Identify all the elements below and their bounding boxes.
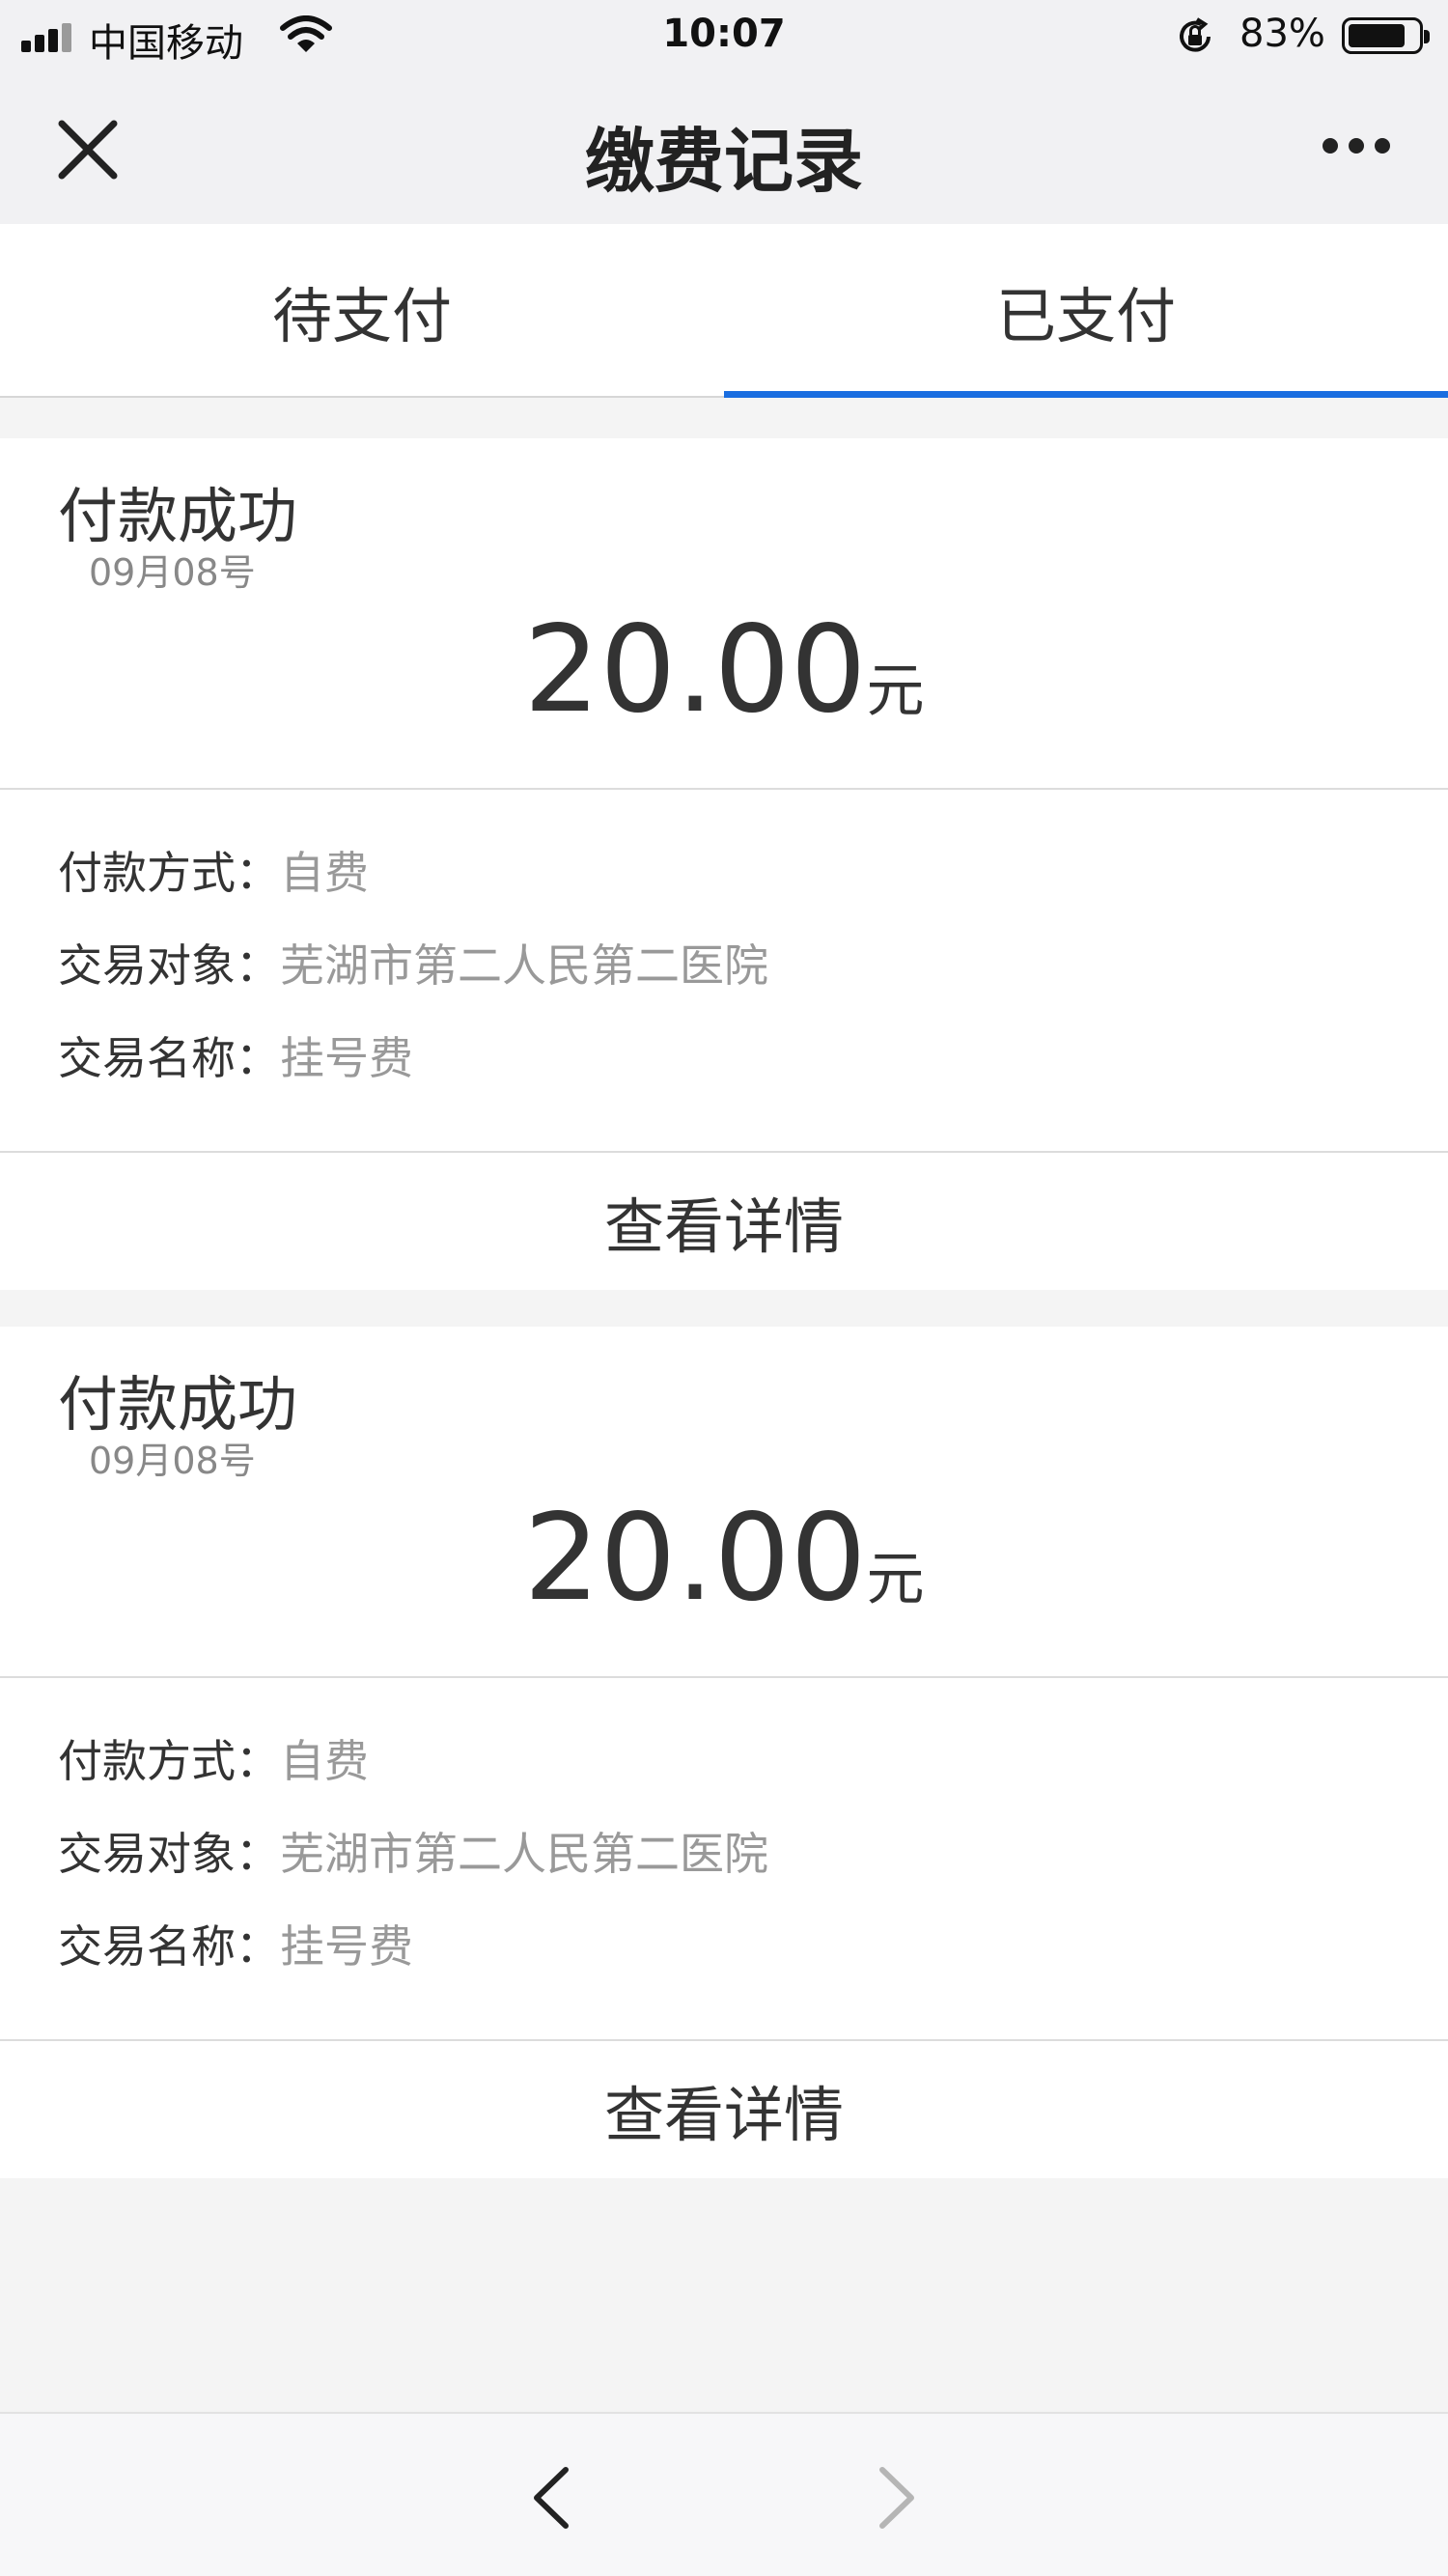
payment-record-card: 付款成功 09月08号 20.00元 付款方式：自费 交易对象：芜湖市第二人民第… [0,1327,1448,2178]
payment-amount: 20.00元 [0,601,1448,740]
payment-amount: 20.00元 [0,1489,1448,1628]
divider [0,788,1448,790]
amount-value: 20.00 [523,1489,867,1628]
amount-value: 20.00 [523,601,867,740]
tab-bar: 待支付 已支付 [0,224,1448,398]
info-label: 付款方式： [58,1735,280,1787]
info-row-pay-method: 付款方式：自费 [58,838,369,902]
info-row-name: 交易名称：挂号费 [58,1912,413,1975]
info-row-target: 交易对象：芜湖市第二人民第二医院 [58,931,768,994]
view-details-button[interactable]: 查看详情 [0,2041,1448,2178]
payment-date: 09月08号 [89,551,256,594]
tab-paid[interactable]: 已支付 [724,224,1448,398]
tab-pending[interactable]: 待支付 [0,224,724,398]
navigation-bar: 缴费记录 [0,71,1448,224]
info-label: 交易名称： [58,1032,280,1084]
info-row-name: 交易名称：挂号费 [58,1023,413,1087]
amount-unit: 元 [866,658,925,725]
divider [0,1676,1448,1678]
info-value: 芜湖市第二人民第二医院 [280,1828,768,1880]
info-label: 付款方式： [58,847,280,899]
battery-icon [1342,17,1430,54]
chevron-right-icon[interactable] [873,2464,921,2532]
info-row-target: 交易对象：芜湖市第二人民第二医院 [58,1819,768,1883]
payment-date: 09月08号 [89,1440,256,1482]
page-title: 缴费记录 [584,121,863,202]
info-value: 挂号费 [280,1920,413,1973]
payment-status: 付款成功 [58,481,298,551]
status-time: 10:07 [662,12,786,56]
battery-level [1349,24,1406,47]
view-details-button[interactable]: 查看详情 [0,1153,1448,1290]
rotation-lock-icon [1180,17,1211,52]
info-label: 交易对象： [58,1828,280,1880]
info-row-pay-method: 付款方式：自费 [58,1726,369,1790]
info-value: 自费 [280,847,369,899]
chevron-left-icon[interactable] [527,2464,575,2532]
payment-record-card: 付款成功 09月08号 20.00元 付款方式：自费 交易对象：芜湖市第二人民第… [0,438,1448,1290]
payment-status: 付款成功 [58,1369,298,1440]
browser-toolbar [0,2412,1448,2576]
info-label: 交易对象： [58,939,280,992]
status-bar: 中国移动 10:07 83% [0,0,1448,71]
more-icon[interactable] [1313,126,1400,164]
amount-unit: 元 [866,1546,925,1613]
battery-percentage: 83% [1239,12,1325,56]
info-value: 挂号费 [280,1032,413,1084]
active-tab-indicator [724,391,1448,398]
info-value: 芜湖市第二人民第二医院 [280,939,768,992]
info-value: 自费 [280,1735,369,1787]
info-label: 交易名称： [58,1920,280,1973]
